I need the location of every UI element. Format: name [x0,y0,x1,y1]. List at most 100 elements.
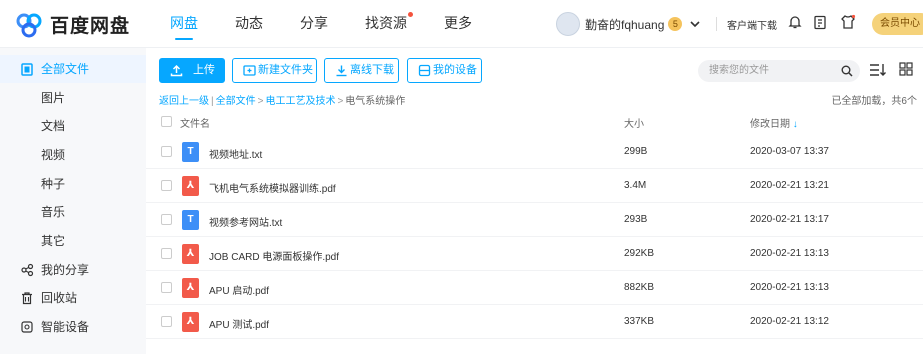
file-size: 3.4M [624,180,647,191]
upload-button[interactable]: 上传 [159,58,225,83]
new-folder-icon [243,65,256,76]
file-date: 2020-02-21 13:13 [750,248,829,259]
file-name[interactable]: JOB CARD 电源面板操作.pdf [209,248,339,263]
breadcrumb-current: 电气系统操作 [345,96,406,107]
bell-icon[interactable] [787,14,803,30]
divider [716,17,717,31]
file-name[interactable]: 视频地址.txt [209,146,262,161]
column-header-size[interactable]: 大小 [624,115,644,130]
row-checkbox[interactable] [161,180,172,191]
select-all-checkbox[interactable] [161,116,172,127]
file-browser: 上传 新建文件夹 离线下载 我的设备 搜索您的文件 返回上一级 | 全部文件 >… [146,48,923,354]
device-icon [21,321,33,333]
file-name[interactable]: 视频参考网站.txt [209,214,282,229]
file-date: 2020-02-21 13:12 [750,316,829,327]
logo-text: 百度网盘 [50,16,131,37]
my-devices-button[interactable]: 我的设备 [407,58,482,83]
sidebar-item-label: 视频 [41,148,66,162]
sidebar-item-videos[interactable]: 视频 [0,141,146,169]
file-date: 2020-03-07 13:37 [750,146,829,157]
table-row[interactable]: ⅄ APU 启动.pdf 882KB 2020-02-21 13:13 [146,271,923,305]
sidebar-item-label: 其它 [41,234,66,248]
sidebar-item-music[interactable]: 音乐 [0,198,146,226]
sidebar-item-smart-devices[interactable]: 智能设备 [0,313,146,341]
offline-download-button[interactable]: 离线下载 [324,58,399,83]
nav-share[interactable]: 分享 [300,0,328,48]
row-checkbox[interactable] [161,248,172,259]
logo[interactable]: 百度网盘 [14,11,130,38]
file-count: 已全部加载，共6个 [831,96,917,107]
upload-icon [170,64,183,77]
search-icon[interactable] [841,65,853,77]
new-folder-button-label: 新建文件夹 [258,64,313,76]
column-header-date[interactable]: 修改日期 ↓ [750,115,798,130]
nav-more[interactable]: 更多 [444,0,472,48]
column-header-date-label: 修改日期 [750,119,790,130]
file-name[interactable]: 飞机电气系统模拟器训练.pdf [209,180,336,195]
sort-icon[interactable] [869,62,887,78]
pdf-file-icon: ⅄ [182,312,199,332]
nav-activity[interactable]: 动态 [235,0,263,48]
search-input[interactable]: 搜索您的文件 [698,60,860,82]
row-checkbox[interactable] [161,214,172,225]
sidebar-item-label: 智能设备 [41,320,90,334]
sidebar-item-torrents[interactable]: 种子 [0,170,146,198]
main-nav: 网盘 动态 分享 找资源 更多 [170,0,509,48]
grid-view-icon[interactable] [899,62,913,76]
sidebar-item-images[interactable]: 图片 [0,84,146,112]
row-checkbox[interactable] [161,146,172,157]
txt-file-icon: T [182,210,199,230]
chevron-down-icon[interactable] [690,20,700,28]
sidebar-item-documents[interactable]: 文档 [0,112,146,140]
file-size: 299B [624,146,648,157]
sidebar-item-label: 图片 [41,91,66,105]
file-name[interactable]: APU 测试.pdf [209,316,269,331]
my-devices-button-label: 我的设备 [433,64,477,76]
offline-download-button-label: 离线下载 [350,64,394,76]
table-row[interactable]: ⅄ APU 测试.pdf 337KB 2020-02-21 13:12 [146,305,923,339]
download-icon [336,65,347,77]
notification-dot [408,12,413,17]
avatar[interactable] [556,12,580,36]
table-row[interactable]: ⅄ 飞机电气系统模拟器训练.pdf 3.4M 2020-02-21 13:21 [146,169,923,203]
file-size: 293B [624,214,648,225]
user-menu[interactable]: 勤奋的fqhuang 5 [556,12,700,36]
new-folder-button[interactable]: 新建文件夹 [232,58,317,83]
sidebar: 全部文件 图片 文档 视频 种子 音乐 其它 我的分享 回收站 智能设备 [0,48,146,354]
device-icon [418,64,431,77]
sidebar-item-other[interactable]: 其它 [0,227,146,255]
sidebar-item-label: 回收站 [41,291,78,305]
baidu-netdisk-logo-icon [16,13,42,37]
username[interactable]: 勤奋的fqhuang [585,16,664,33]
sidebar-item-my-shares[interactable]: 我的分享 [0,256,146,284]
trash-icon [22,292,32,305]
clipboard-icon[interactable] [812,14,828,30]
pdf-file-icon: ⅄ [182,244,199,264]
sidebar-item-label: 文档 [41,119,66,133]
table-row[interactable]: ⅄ JOB CARD 电源面板操作.pdf 292KB 2020-02-21 1… [146,237,923,271]
nav-netdisk[interactable]: 网盘 [170,0,198,48]
breadcrumb-item[interactable]: 电工工艺及技术 [265,96,335,107]
table-header: 文件名 大小 修改日期 ↓ [146,109,923,133]
sidebar-item-all-files[interactable]: 全部文件 [0,55,146,83]
row-checkbox[interactable] [161,316,172,327]
sidebar-item-label: 我的分享 [41,263,90,277]
member-center-button[interactable]: 会员中心 [872,13,923,35]
breadcrumb-back[interactable]: 返回上一级 [159,96,209,107]
pdf-file-icon: ⅄ [182,278,199,298]
top-bar: 百度网盘 网盘 动态 分享 找资源 更多 勤奋的fqhuang 5 客户端下载 … [0,0,923,48]
nav-find-resources[interactable]: 找资源 [365,0,413,48]
file-date: 2020-02-21 13:21 [750,180,829,191]
sort-desc-icon: ↓ [792,119,798,130]
pdf-file-icon: ⅄ [182,176,199,196]
table-row[interactable]: T 视频参考网站.txt 293B 2020-02-21 13:17 [146,203,923,237]
sidebar-item-label: 全部文件 [41,62,90,76]
breadcrumb-item[interactable]: 全部文件 [216,96,256,107]
table-row[interactable]: T 视频地址.txt 299B 2020-03-07 13:37 [146,135,923,169]
row-checkbox[interactable] [161,282,172,293]
sidebar-item-recycle-bin[interactable]: 回收站 [0,284,146,312]
client-download-link[interactable]: 客户端下载 [727,17,777,32]
shirt-icon[interactable] [840,14,856,30]
file-name[interactable]: APU 启动.pdf [209,282,269,297]
column-header-name[interactable]: 文件名 [180,115,210,130]
